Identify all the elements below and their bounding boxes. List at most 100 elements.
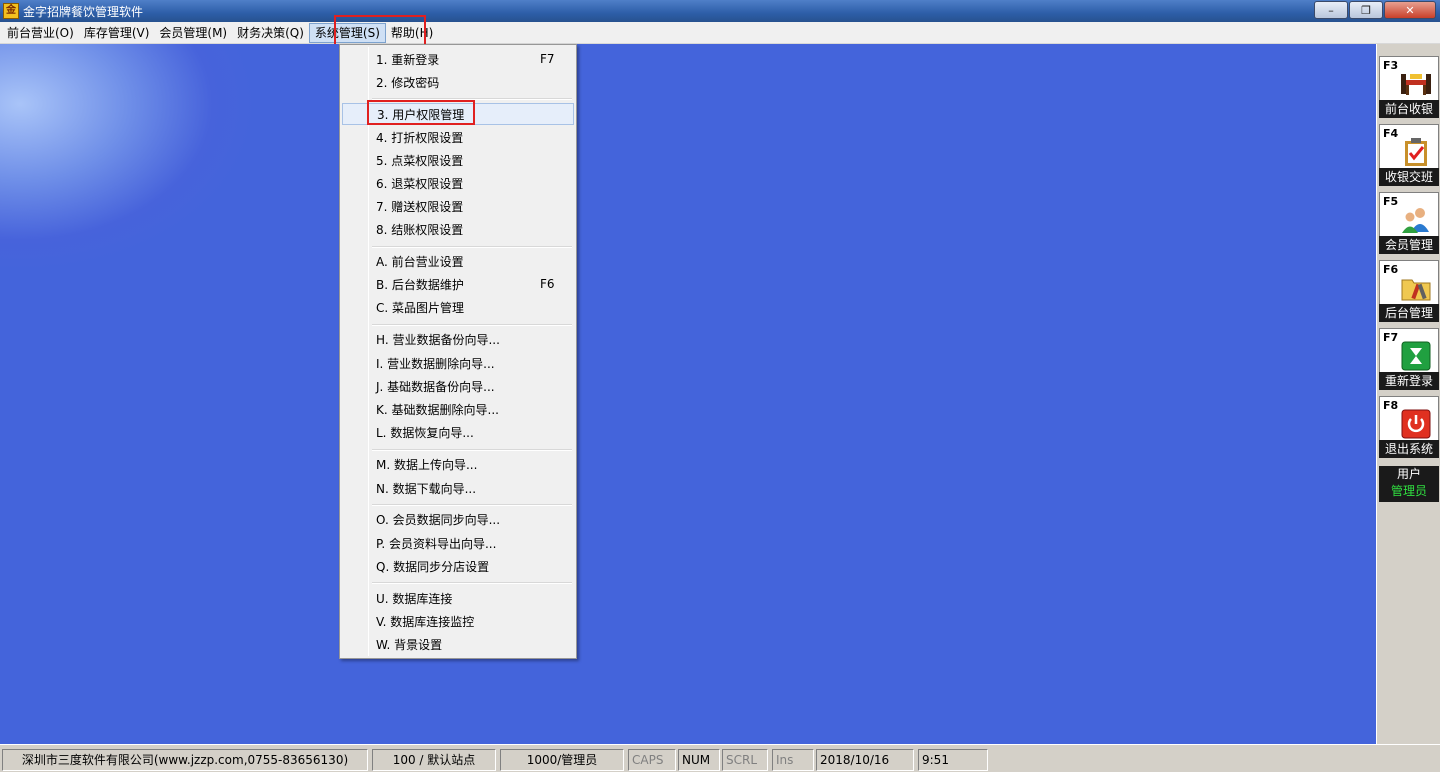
function-key-label: F7: [1383, 331, 1399, 344]
tool-member-management[interactable]: F5: [1379, 192, 1439, 240]
menu-item-gift-permissions[interactable]: 7. 赠送权限设置: [342, 195, 574, 217]
menu-item-label: 5. 点菜权限设置: [376, 153, 464, 168]
menu-separator: [372, 246, 572, 248]
menu-item-business-delete[interactable]: I. 营业数据删除向导...: [342, 352, 574, 374]
menu-item-label: C. 菜品图片管理: [376, 300, 465, 315]
menu-item-member-export[interactable]: P. 会员资料导出向导...: [342, 532, 574, 554]
menu-system[interactable]: 系统管理(S): [308, 22, 386, 43]
function-key-label: F6: [1383, 263, 1399, 276]
folder-tools-icon: [1400, 273, 1432, 303]
menu-separator: [372, 449, 572, 451]
menu-item-dish-images[interactable]: C. 菜品图片管理: [342, 296, 574, 318]
hourglass-icon: [1400, 341, 1432, 371]
desktop-background: [0, 44, 1376, 744]
status-operator: 1000/管理员: [500, 749, 624, 771]
menu-item-data-upload[interactable]: M. 数据上传向导...: [342, 453, 574, 475]
tool-label: 后台管理: [1379, 304, 1439, 322]
status-time: 9:51: [918, 749, 988, 771]
menu-item-return-permissions[interactable]: 6. 退菜权限设置: [342, 172, 574, 194]
status-ins: Ins: [772, 749, 814, 771]
right-toolbar: F3 前台收银 F4 收银交班 F5 会员管理 F6 后台管理 F7 重新登录 …: [1376, 44, 1440, 744]
menu-item-change-password[interactable]: 2. 修改密码: [342, 71, 574, 93]
members-icon: [1400, 205, 1432, 235]
menu-item-base-delete[interactable]: K. 基础数据删除向导...: [342, 398, 574, 420]
menu-item-label: O. 会员数据同步向导...: [376, 512, 501, 527]
clipboard-check-icon: [1400, 137, 1432, 167]
menu-item-label: H. 营业数据备份向导...: [376, 332, 500, 347]
menu-frontdesk[interactable]: 前台营业(O): [2, 23, 79, 43]
menu-separator: [372, 324, 572, 326]
menu-item-checkout-permissions[interactable]: 8. 结账权限设置: [342, 218, 574, 240]
menu-item-background-settings[interactable]: W. 背景设置: [342, 633, 574, 655]
menu-help[interactable]: 帮助(H): [386, 23, 438, 43]
status-bar: 深圳市三度软件有限公司(www.jzzp.com,0755-83656130) …: [0, 744, 1440, 772]
menu-item-data-restore[interactable]: L. 数据恢复向导...: [342, 421, 574, 443]
menu-item-label: U. 数据库连接: [376, 591, 453, 606]
menu-members[interactable]: 会员管理(M): [154, 23, 232, 43]
tool-backend-management[interactable]: F6: [1379, 260, 1439, 308]
menu-separator: [372, 98, 572, 100]
menu-item-label: V. 数据库连接监控: [376, 614, 475, 629]
shortcut-label: F6: [540, 277, 555, 291]
menu-item-label: J. 基础数据备份向导...: [376, 379, 495, 394]
window-title: 金字招牌餐饮管理软件: [23, 4, 144, 19]
menu-item-label: K. 基础数据删除向导...: [376, 402, 499, 417]
function-key-label: F5: [1383, 195, 1399, 208]
user-name: 管理员: [1390, 484, 1427, 498]
menu-item-backend-maintenance[interactable]: B. 后台数据维护 F6: [342, 273, 574, 295]
menu-item-member-sync[interactable]: O. 会员数据同步向导...: [342, 508, 574, 530]
menu-separator: [372, 582, 572, 584]
close-button[interactable]: ✕: [1384, 1, 1436, 19]
maximize-button[interactable]: ❐: [1349, 1, 1383, 19]
shortcut-label: F7: [540, 52, 555, 66]
menu-inventory[interactable]: 库存管理(V): [79, 23, 155, 43]
status-caps: CAPS: [628, 749, 676, 771]
tool-label: 会员管理: [1379, 236, 1439, 254]
title-bar: 金 金字招牌餐饮管理软件 – ❐ ✕: [0, 0, 1440, 22]
menu-item-label: 2. 修改密码: [376, 75, 440, 90]
tool-frontdesk-cashier[interactable]: F3: [1379, 56, 1439, 104]
menu-item-relogin[interactable]: 1. 重新登录 F7: [342, 48, 574, 70]
menu-item-base-backup[interactable]: J. 基础数据备份向导...: [342, 375, 574, 397]
menu-item-branch-sync-settings[interactable]: Q. 数据同步分店设置: [342, 555, 574, 577]
status-company: 深圳市三度软件有限公司(www.jzzp.com,0755-83656130): [2, 749, 368, 771]
menu-item-label: N. 数据下载向导...: [376, 481, 477, 496]
menu-item-db-connection[interactable]: U. 数据库连接: [342, 587, 574, 609]
function-key-label: F3: [1383, 59, 1399, 72]
status-num: NUM: [678, 749, 720, 771]
menu-item-data-download[interactable]: N. 数据下载向导...: [342, 477, 574, 499]
status-station: 100 / 默认站点: [372, 749, 496, 771]
window-controls: – ❐ ✕: [1313, 1, 1436, 19]
menu-item-db-monitor[interactable]: V. 数据库连接监控: [342, 610, 574, 632]
menu-item-order-permissions[interactable]: 5. 点菜权限设置: [342, 149, 574, 171]
menu-bar: 前台营业(O) 库存管理(V) 会员管理(M) 财务决策(Q) 系统管理(S) …: [0, 22, 1440, 44]
tool-exit-system[interactable]: F8: [1379, 396, 1439, 444]
menu-item-business-backup[interactable]: H. 营业数据备份向导...: [342, 328, 574, 350]
menu-item-label: 7. 赠送权限设置: [376, 199, 464, 214]
cashier-table-icon: [1400, 69, 1432, 99]
menu-item-label: I. 营业数据删除向导...: [376, 356, 495, 371]
menu-item-label: 3. 用户权限管理: [377, 107, 465, 122]
menu-item-label: 4. 打折权限设置: [376, 130, 464, 145]
menu-item-discount-permissions[interactable]: 4. 打折权限设置: [342, 126, 574, 148]
tool-label: 重新登录: [1379, 372, 1439, 390]
tool-cashier-handover[interactable]: F4: [1379, 124, 1439, 172]
app-logo-icon: 金: [3, 3, 19, 19]
menu-item-label: 1. 重新登录: [376, 52, 440, 67]
menu-item-frontdesk-settings[interactable]: A. 前台营业设置: [342, 250, 574, 272]
menu-item-label: 6. 退菜权限设置: [376, 176, 464, 191]
tool-label: 收银交班: [1379, 168, 1439, 186]
user-title: 用户: [1396, 467, 1421, 481]
power-icon: [1400, 409, 1432, 439]
status-scrl: SCRL: [722, 749, 768, 771]
tool-label: 前台收银: [1379, 100, 1439, 118]
minimize-button[interactable]: –: [1314, 1, 1348, 19]
current-user-panel: 用户 管理员: [1379, 466, 1439, 502]
status-date: 2018/10/16: [816, 749, 914, 771]
menu-item-label: Q. 数据同步分店设置: [376, 559, 490, 574]
menu-finance[interactable]: 财务决策(Q): [232, 23, 309, 43]
tool-label: 退出系统: [1379, 440, 1439, 458]
tool-relogin[interactable]: F7: [1379, 328, 1439, 376]
menu-item-user-permissions[interactable]: 3. 用户权限管理: [342, 103, 574, 125]
menu-item-label: A. 前台营业设置: [376, 254, 464, 269]
